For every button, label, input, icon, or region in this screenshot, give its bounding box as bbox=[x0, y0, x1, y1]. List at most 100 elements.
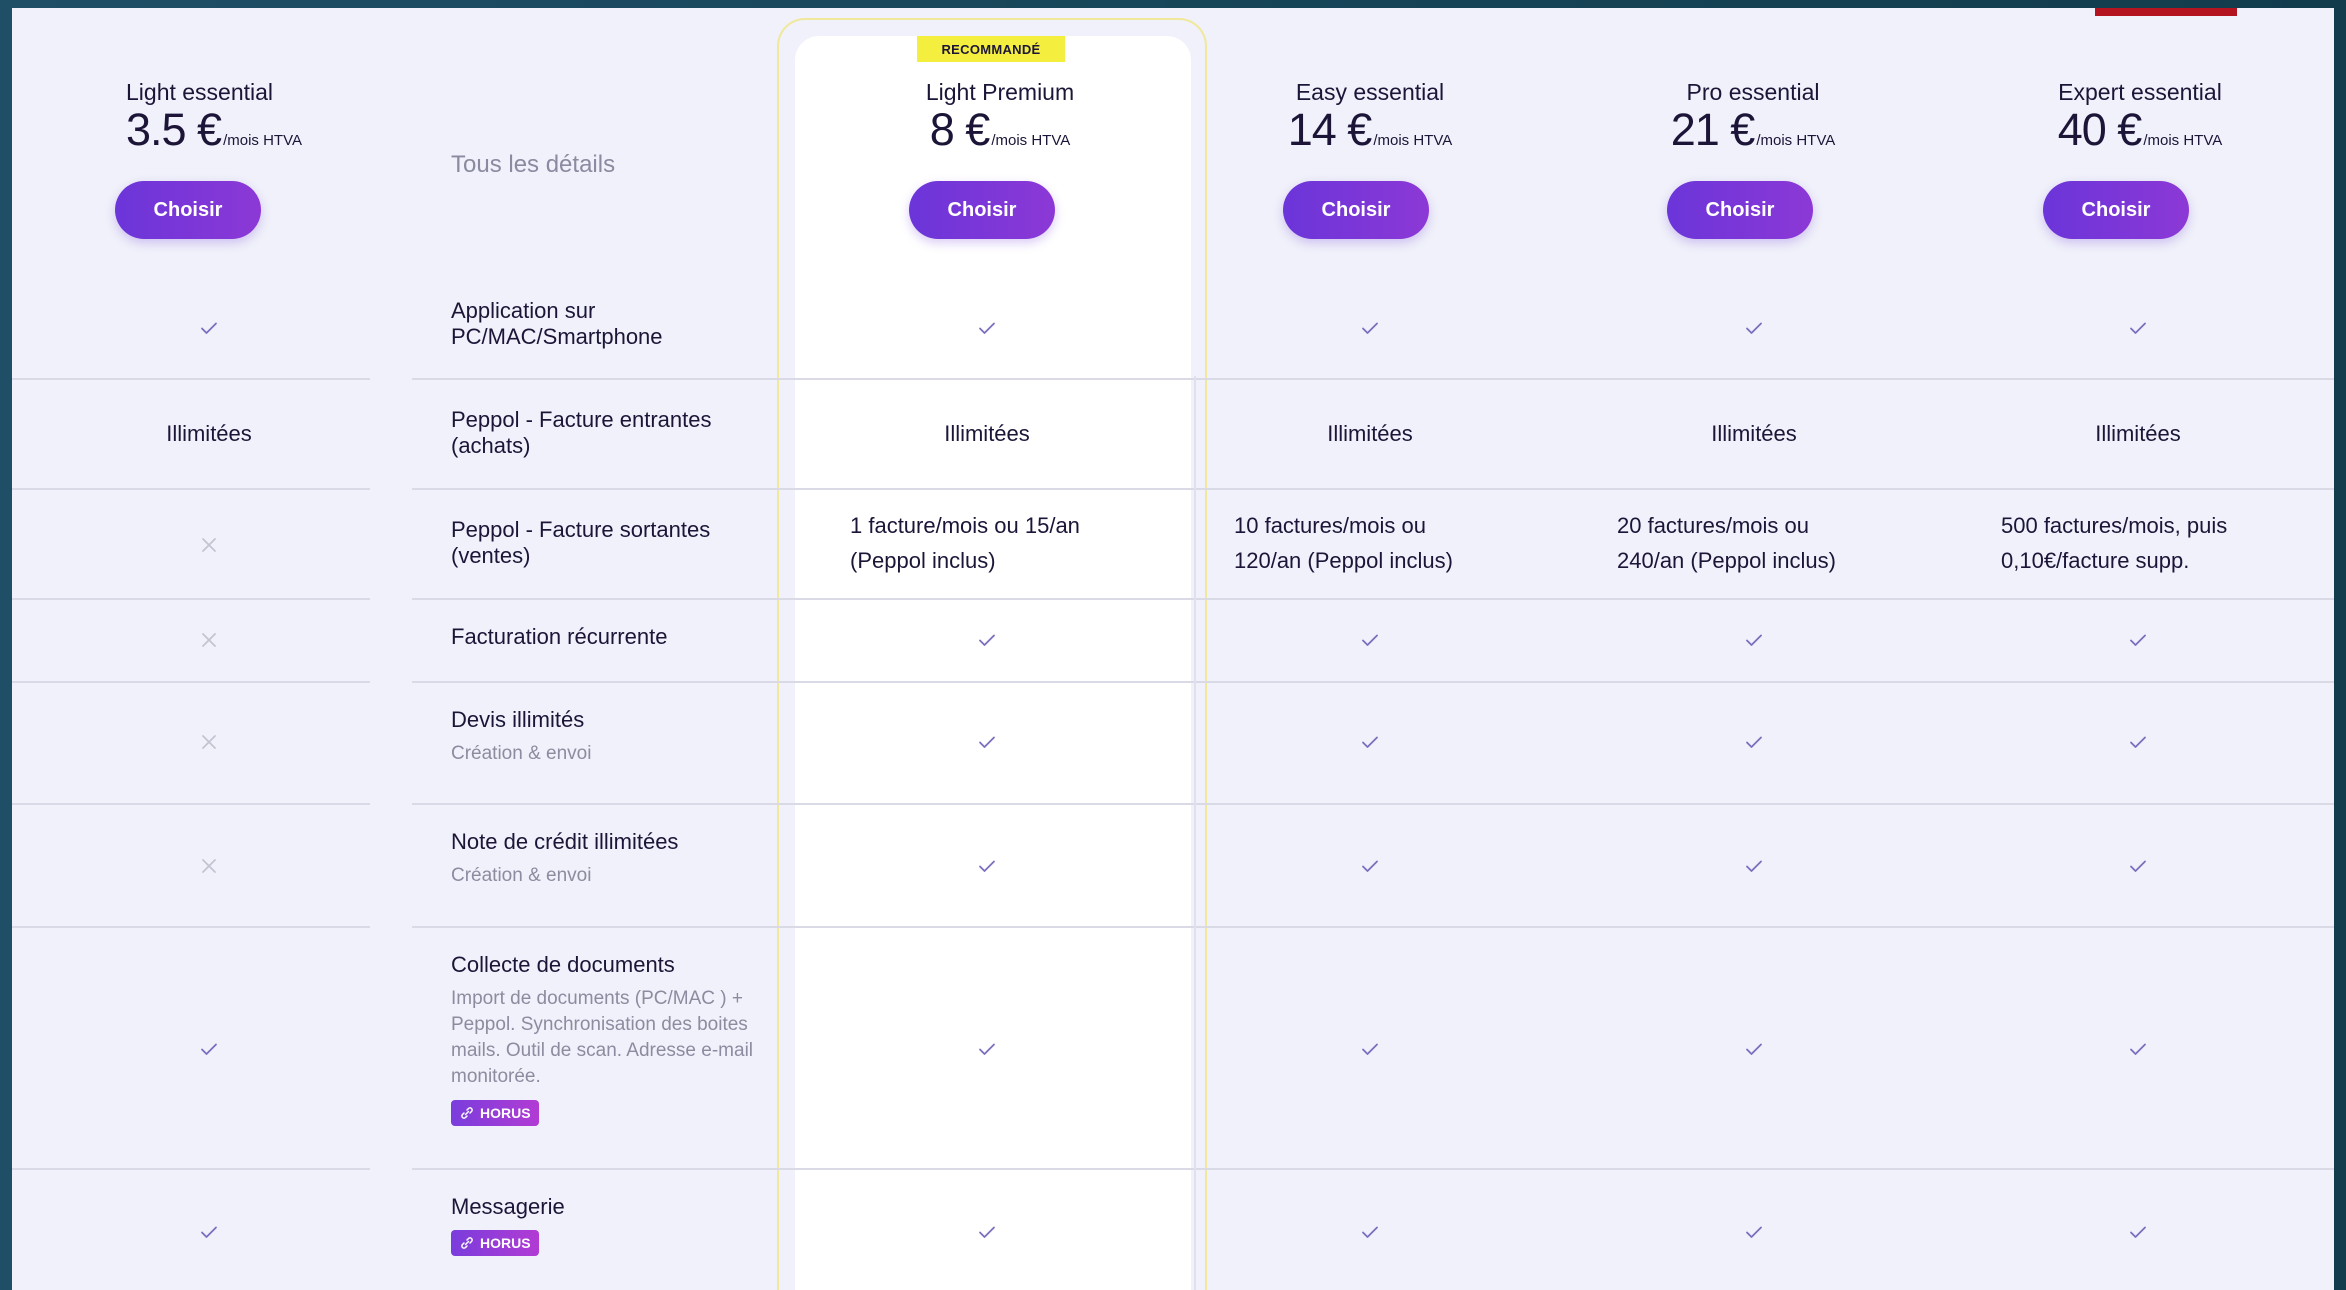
plan-name: Easy essential bbox=[1295, 79, 1445, 105]
feature-title: Messagerie bbox=[451, 1194, 565, 1219]
check-icon bbox=[2130, 736, 2146, 748]
feature-messagerie: Messagerie HORUS bbox=[451, 1194, 791, 1256]
details-heading: Tous les détails bbox=[451, 151, 616, 178]
feature-value-cell bbox=[189, 308, 229, 348]
check-icon bbox=[2130, 860, 2146, 872]
row-divider bbox=[412, 378, 2334, 380]
plan-name: Expert essential bbox=[2058, 79, 2222, 105]
check-icon bbox=[201, 1226, 217, 1238]
horus-badge[interactable]: HORUS bbox=[451, 1230, 539, 1256]
feature-value-text: 10 factures/mois ou 120/an (Peppol inclu… bbox=[1234, 513, 1453, 573]
feature-value-cell bbox=[2118, 308, 2158, 348]
feature-value-cell bbox=[2118, 722, 2158, 762]
feature-subtitle: Import de documents (PC/MAC ) + Peppol. … bbox=[451, 988, 754, 1087]
check-icon bbox=[2130, 1043, 2146, 1055]
feature-value-label: Illimitées bbox=[944, 421, 1030, 446]
plan-easy-essential: Easy essential 14 € /mois HTVA bbox=[1240, 78, 1500, 154]
check-icon bbox=[201, 322, 217, 334]
feature-value-cell bbox=[1734, 722, 1774, 762]
cross-icon bbox=[202, 859, 216, 873]
feature-value-cell bbox=[967, 846, 1007, 886]
row-divider bbox=[412, 803, 2334, 805]
feature-value-cell bbox=[1734, 1212, 1774, 1252]
check-icon bbox=[1362, 736, 1378, 748]
feature-devis: Devis illimités Création & envoi bbox=[451, 707, 791, 767]
row-divider bbox=[12, 598, 370, 600]
feature-value-cell bbox=[1734, 846, 1774, 886]
feature-title: Devis illimités bbox=[451, 707, 585, 732]
feature-value-cell bbox=[967, 1212, 1007, 1252]
feature-value-cell bbox=[1734, 308, 1774, 348]
row-divider bbox=[12, 378, 370, 380]
horus-label: HORUS bbox=[480, 1105, 531, 1121]
plan-price: 21 € /mois HTVA bbox=[1623, 106, 1883, 154]
row-divider bbox=[412, 1168, 2334, 1170]
plan-name: Pro essential bbox=[1686, 79, 1820, 105]
row-divider bbox=[12, 488, 370, 490]
feature-title: Peppol - Facture entrantes (achats) bbox=[451, 407, 712, 458]
feature-value-cell bbox=[1350, 308, 1390, 348]
feature-value-label: Illimitées bbox=[1711, 421, 1797, 446]
feature-value-text: 500 factures/mois, puis 0,10€/facture su… bbox=[2001, 513, 2228, 573]
column-divider bbox=[1194, 376, 1196, 1290]
row-divider bbox=[12, 1168, 370, 1170]
feature-value-cell bbox=[967, 722, 1007, 762]
check-icon bbox=[1746, 1226, 1762, 1238]
cross-icon bbox=[202, 633, 216, 647]
feature-value-cell bbox=[1350, 722, 1390, 762]
check-icon bbox=[1746, 860, 1762, 872]
choose-light-premium-button[interactable]: Choisir bbox=[909, 181, 1055, 239]
feature-application: Application sur PC/MAC/Smartphone bbox=[451, 298, 791, 350]
check-icon bbox=[979, 1226, 995, 1238]
horus-label: HORUS bbox=[480, 1235, 531, 1251]
plan-light-essential: Light essential 3.5 € /mois HTVA bbox=[89, 78, 349, 154]
feature-value-cell bbox=[1734, 1029, 1774, 1069]
horus-badge[interactable]: HORUS bbox=[451, 1100, 539, 1126]
feature-value-label: Illimitées bbox=[166, 421, 252, 446]
choose-pro-essential-button[interactable]: Choisir bbox=[1667, 181, 1813, 239]
row-divider bbox=[12, 681, 370, 683]
link-icon bbox=[461, 1107, 473, 1119]
check-icon bbox=[1362, 860, 1378, 872]
check-icon bbox=[1362, 322, 1378, 334]
feature-value-label: Illimitées bbox=[1327, 421, 1413, 446]
feature-value-cell bbox=[189, 620, 229, 660]
feature-value-text: Illimitées bbox=[89, 416, 329, 452]
feature-value-text: 1 facture/mois ou 15/an (Peppol inclus) bbox=[850, 513, 1080, 573]
plan-unit: /mois HTVA bbox=[1756, 132, 1836, 149]
plan-amount: 40 € bbox=[2057, 104, 2143, 155]
choose-expert-essential-button[interactable]: Choisir bbox=[2043, 181, 2189, 239]
feature-value-cell bbox=[1350, 1029, 1390, 1069]
plan-unit: /mois HTVA bbox=[1373, 132, 1453, 149]
feature-title: Collecte de documents bbox=[451, 952, 675, 977]
feature-subtitle: Création & envoi bbox=[451, 743, 592, 764]
plan-amount: 14 € bbox=[1287, 104, 1373, 155]
check-icon bbox=[2130, 634, 2146, 646]
choose-light-essential-button[interactable]: Choisir bbox=[115, 181, 261, 239]
feature-note-credit: Note de crédit illimitées Création & env… bbox=[451, 829, 791, 889]
plan-name: Light Premium bbox=[925, 79, 1075, 105]
row-divider bbox=[412, 488, 2334, 490]
row-divider bbox=[412, 598, 2334, 600]
check-icon bbox=[1746, 634, 1762, 646]
check-icon bbox=[979, 1043, 995, 1055]
feature-value-cell bbox=[2118, 1212, 2158, 1252]
plan-price: 3.5 € /mois HTVA bbox=[89, 106, 349, 154]
red-accent-bar bbox=[2095, 8, 2237, 16]
feature-value-cell bbox=[189, 1212, 229, 1252]
check-icon bbox=[2130, 322, 2146, 334]
plan-amount: 8 € bbox=[929, 104, 991, 155]
check-icon bbox=[1362, 1226, 1378, 1238]
feature-value-cell bbox=[189, 846, 229, 886]
plan-price: 8 € /mois HTVA bbox=[870, 106, 1130, 154]
feature-value-cell bbox=[967, 1029, 1007, 1069]
check-icon bbox=[2130, 1226, 2146, 1238]
row-divider bbox=[412, 681, 2334, 683]
feature-value-cell bbox=[1350, 620, 1390, 660]
feature-title: Note de crédit illimitées bbox=[451, 829, 679, 854]
cross-icon bbox=[202, 538, 216, 552]
feature-value-cell bbox=[189, 722, 229, 762]
feature-value-text: Illimitées bbox=[2018, 416, 2258, 452]
choose-easy-essential-button[interactable]: Choisir bbox=[1283, 181, 1429, 239]
plan-name: Light essential bbox=[126, 79, 274, 105]
